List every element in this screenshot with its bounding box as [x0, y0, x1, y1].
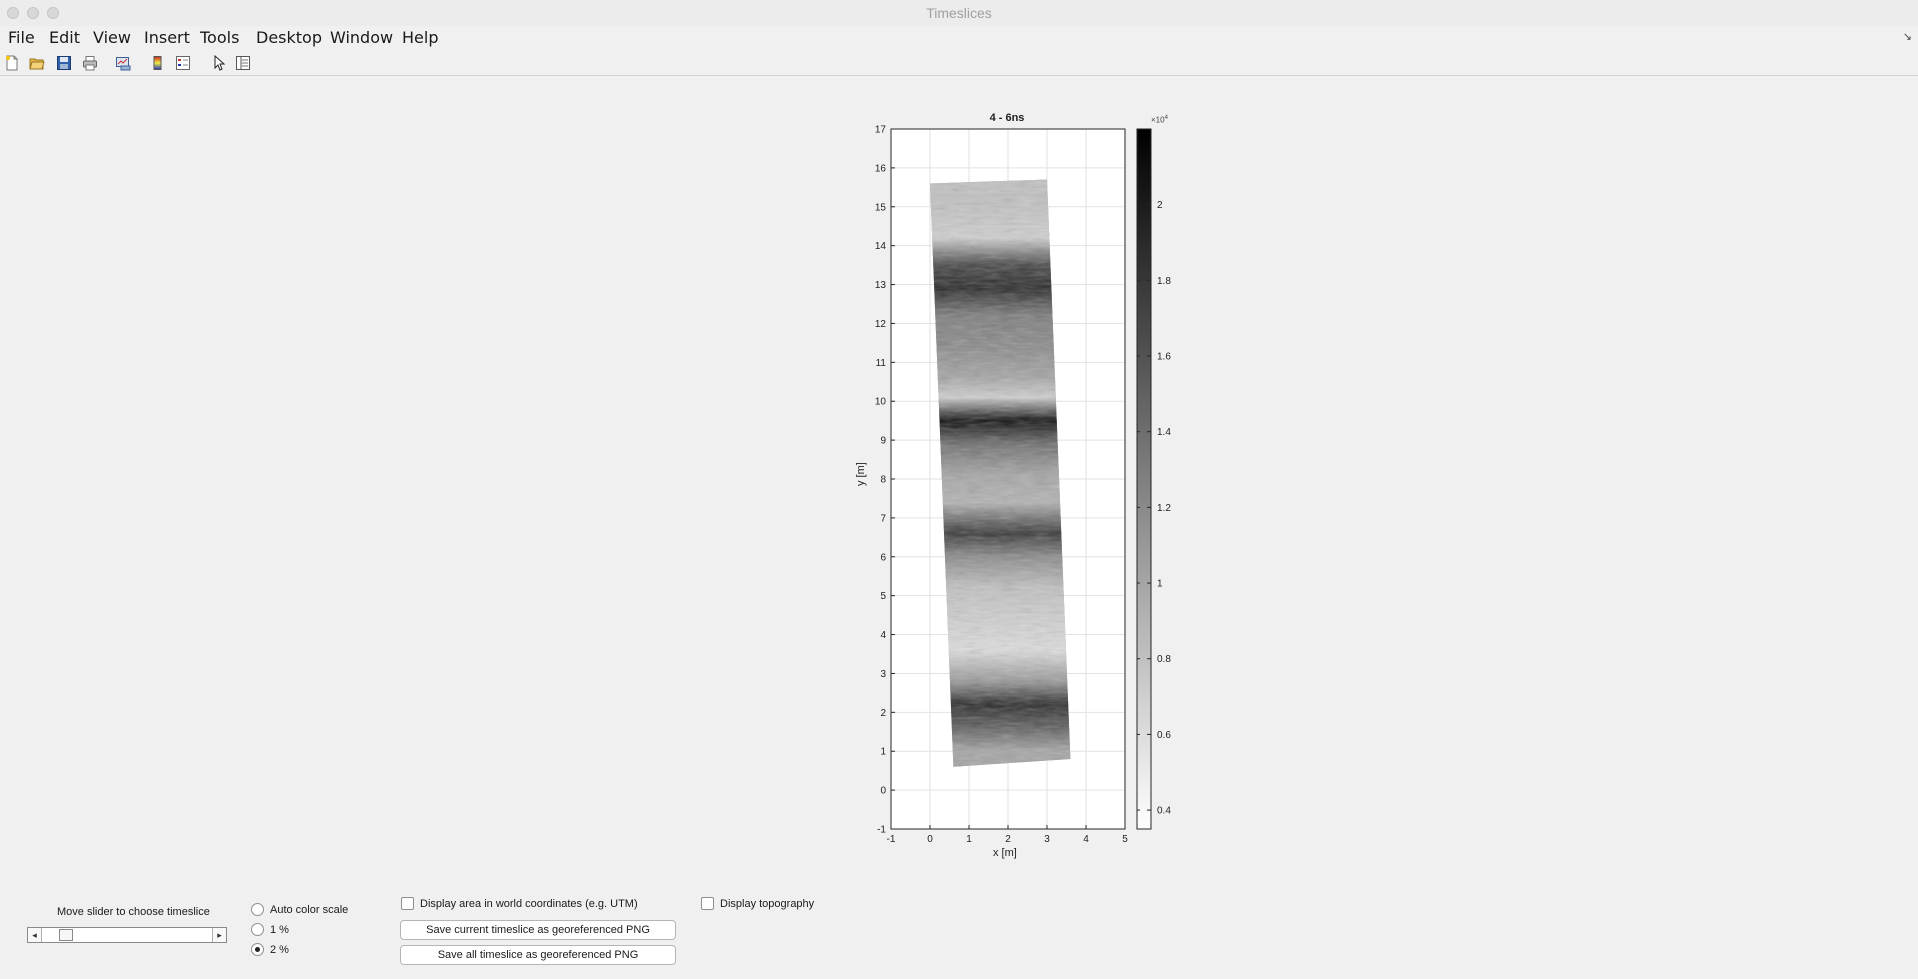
x-tick-label: 4	[1083, 834, 1089, 845]
x-axis-label: x [m]	[993, 847, 1017, 859]
x-tick-label: 2	[1005, 834, 1011, 845]
x-tick-label: 3	[1044, 834, 1050, 845]
timeslice-plot: -1 0 1 2 3 4 5-101234567891011121314151617 0.4…	[875, 125, 1171, 846]
y-tick-label: 8	[880, 475, 886, 486]
checkbox-topography-label: Display topography	[720, 898, 815, 910]
y-tick-label: 0	[880, 786, 886, 797]
checkbox-world-label: Display area in world coordinates (e.g. …	[420, 898, 638, 910]
y-tick-label: 12	[875, 319, 887, 330]
colorbar-multiplier: ×104	[1151, 115, 1168, 125]
y-tick-label: 17	[875, 125, 887, 136]
slider-label: Move slider to choose timeslice	[57, 906, 210, 918]
colorbar-tick-label: 1	[1157, 579, 1163, 590]
y-tick-label: 14	[875, 241, 887, 252]
y-tick-label: 7	[880, 513, 886, 524]
radio-2-label: 2 %	[270, 944, 289, 956]
colorbar-tick-label: 0.8	[1157, 654, 1171, 665]
y-tick-label: 1	[880, 747, 886, 758]
y-tick-label: 2	[880, 708, 886, 719]
y-tick-label: 11	[876, 358, 887, 369]
colorbar-tick-label: 1.2	[1157, 503, 1171, 514]
colorbar-tick-label: 1.4	[1157, 427, 1171, 438]
colorbar-tick-label: 0.4	[1157, 806, 1171, 817]
slider-left-arrow-icon[interactable]: ◂	[28, 928, 42, 942]
y-tick-label: 6	[880, 552, 886, 563]
x-tick-label: 5	[1122, 834, 1128, 845]
colorbar-tick-label: 0.6	[1157, 730, 1171, 741]
x-tick-label: 1	[966, 834, 972, 845]
radio-1-label: 1 %	[270, 924, 289, 936]
checkbox-world-coordinates[interactable]	[401, 897, 414, 910]
colorbar	[1136, 128, 1152, 830]
y-tick-label: 16	[875, 163, 887, 174]
slider-right-arrow-icon[interactable]: ▸	[212, 928, 226, 942]
colorbar-tick-label: 2	[1157, 200, 1163, 211]
y-tick-label: 3	[880, 669, 886, 680]
y-tick-label: 5	[880, 591, 886, 602]
save-current-timeslice-button[interactable]: Save current timeslice as georeferenced …	[400, 920, 676, 940]
y-tick-label: -1	[877, 825, 886, 836]
y-tick-label: 4	[880, 630, 886, 641]
radio-2-percent[interactable]	[251, 943, 264, 956]
y-tick-label: 15	[875, 202, 887, 213]
y-tick-label: 13	[875, 280, 887, 291]
y-tick-label: 9	[880, 436, 886, 447]
timeslice-slider[interactable]: ◂ ▸	[27, 927, 227, 943]
checkbox-topography[interactable]	[701, 897, 714, 910]
x-tick-label: 0	[927, 834, 933, 845]
radio-1-percent[interactable]	[251, 923, 264, 936]
y-axis-label: y [m]	[855, 462, 867, 486]
x-tick-label: -1	[887, 834, 896, 845]
colorbar-tick-label: 1.6	[1157, 352, 1171, 363]
radio-auto-label: Auto color scale	[270, 904, 349, 916]
radio-auto-color-scale[interactable]	[251, 903, 264, 916]
slider-thumb[interactable]	[58, 929, 73, 941]
save-all-timeslices-button[interactable]: Save all timeslice as georeferenced PNG	[400, 945, 676, 965]
colorbar-tick-label: 1.8	[1157, 276, 1171, 287]
y-tick-label: 10	[875, 397, 887, 408]
